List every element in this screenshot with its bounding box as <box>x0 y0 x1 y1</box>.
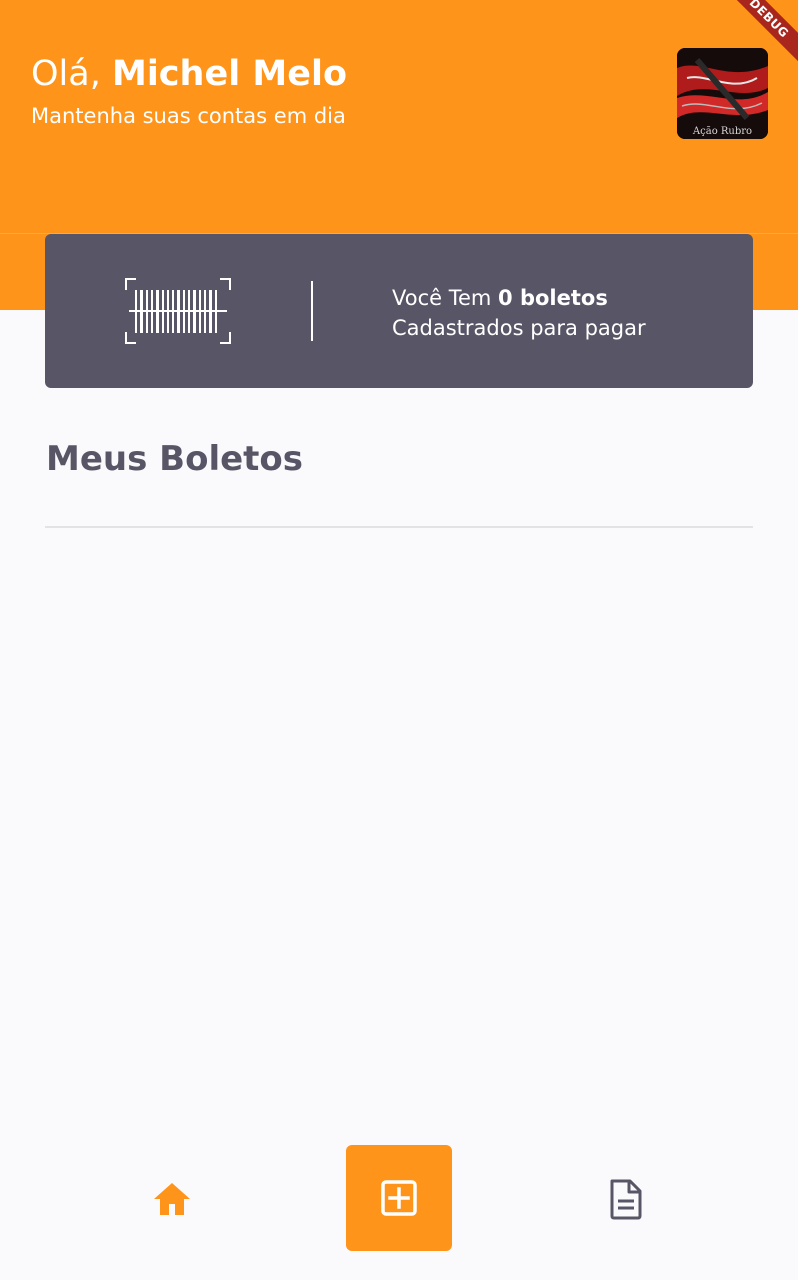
boletos-count-value: 0 boletos <box>498 286 608 310</box>
boletos-count-text: Você Tem 0 boletos Cadastrados para paga… <box>392 283 646 343</box>
card-divider <box>311 281 313 341</box>
greeting-prefix: Olá, <box>31 54 112 94</box>
add-boleto-button[interactable] <box>346 1145 452 1251</box>
header-subtitle: Mantenha suas contas em dia <box>31 104 346 128</box>
section-divider <box>45 526 753 528</box>
boletos-count-prefix: Você Tem <box>392 286 499 310</box>
boletos-summary-card: Você Tem 0 boletos Cadastrados para paga… <box>45 234 753 388</box>
greeting: Olá, Michel Melo <box>31 53 347 95</box>
user-name: Michel Melo <box>111 54 348 94</box>
avatar[interactable]: Ação Rubro <box>677 48 768 139</box>
add-box-icon <box>381 1180 417 1216</box>
avatar-caption: Ação Rubro <box>692 126 753 137</box>
document-icon[interactable] <box>606 1178 646 1220</box>
section-title: Meus Boletos <box>46 439 304 479</box>
home-icon[interactable] <box>152 1181 192 1217</box>
boletos-count-line1: Você Tem 0 boletos <box>392 283 646 313</box>
boletos-count-line2: Cadastrados para pagar <box>392 316 646 340</box>
barcode-scan-icon <box>125 278 231 344</box>
